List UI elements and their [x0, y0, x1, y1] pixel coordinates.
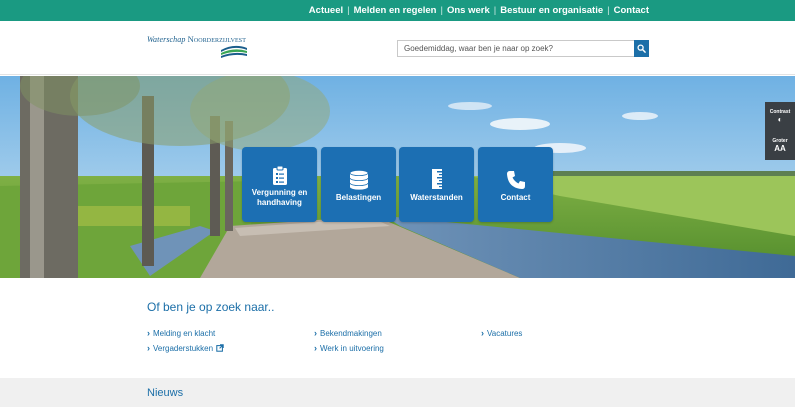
link-werk-in-uitvoering[interactable]: › Werk in uitvoering [314, 343, 384, 353]
logo-text-caps: Noorderzijlvest [187, 34, 247, 44]
chevron-right-icon: › [147, 328, 150, 338]
site-logo[interactable]: Waterschap Noorderzijlvest [147, 34, 257, 64]
top-navigation-bar: Actueel | Melden en regelen | Ons werk |… [0, 0, 795, 21]
link-melding-en-klacht[interactable]: › Melding en klacht [147, 328, 215, 338]
hero-landscape-image [0, 76, 795, 278]
coins-icon [348, 166, 370, 190]
news-section: Nieuws [0, 378, 795, 407]
tile-label-line1: Belastingen [335, 193, 382, 202]
link-label: Bekendmakingen [320, 328, 382, 338]
tile-vergunning-en-handhaving[interactable]: Vergunning en handhaving [242, 147, 317, 222]
tile-contact[interactable]: Contact [478, 147, 553, 222]
top-nav: Actueel | Melden en regelen | Ons werk |… [309, 0, 649, 21]
chevron-right-icon: › [314, 328, 317, 338]
tile-label-line1: Waterstanden [410, 193, 463, 202]
tile-label-line1: Contact [500, 193, 531, 202]
nav-separator: | [347, 5, 350, 16]
chevron-right-icon: › [314, 343, 317, 353]
ruler-icon [431, 166, 443, 190]
logo-text: Waterschap Noorderzijlvest [147, 34, 257, 44]
tile-label-line2: handhaving [257, 198, 302, 207]
tile-label-line1: Vergunning en [251, 188, 308, 197]
link-vergaderstukken[interactable]: › Vergaderstukken [147, 343, 224, 353]
nav-bestuur-en-organisatie[interactable]: Bestuur en organisatie [500, 5, 603, 16]
nav-melden-en-regelen[interactable]: Melden en regelen [354, 5, 437, 16]
text-size-toggle[interactable]: Groter AA [765, 131, 795, 160]
link-label: Werk in uitvoering [320, 343, 384, 353]
link-bekendmakingen[interactable]: › Bekendmakingen [314, 328, 382, 338]
search-icon [637, 44, 646, 53]
link-vacatures[interactable]: › Vacatures [481, 328, 522, 338]
link-label: Melding en klacht [153, 328, 216, 338]
news-title: Nieuws [147, 387, 184, 399]
nav-ons-werk[interactable]: Ons werk [447, 5, 490, 16]
logo-text-main: Waterschap [147, 35, 186, 44]
nav-actueel[interactable]: Actueel [309, 5, 343, 16]
nav-contact[interactable]: Contact [614, 5, 649, 16]
chevron-right-icon: › [147, 343, 150, 353]
search-bar [397, 40, 649, 57]
clipboard-icon [272, 161, 288, 185]
contrast-icon: ◐ [777, 114, 783, 124]
chevron-right-icon: › [481, 328, 484, 338]
contrast-toggle[interactable]: Contrast ◐ [765, 102, 795, 131]
accessibility-toolbar: Contrast ◐ Groter AA [765, 102, 795, 160]
hero-banner: Vergunning en handhaving Belastingen Wat… [0, 76, 795, 278]
nav-separator: | [607, 5, 610, 16]
tile-waterstanden[interactable]: Waterstanden [399, 147, 474, 222]
link-label: Vergaderstukken [153, 343, 214, 353]
search-button[interactable] [634, 40, 649, 57]
external-link-icon [216, 344, 224, 352]
text-size-icon: AA [774, 143, 786, 153]
search-input[interactable] [397, 40, 634, 57]
nav-separator: | [493, 5, 497, 16]
nav-separator: | [440, 5, 443, 16]
logo-waves-icon [221, 45, 247, 58]
phone-icon [506, 166, 526, 190]
link-label: Vacatures [487, 328, 523, 338]
quick-links-title: Of ben je op zoek naar.. [147, 300, 275, 314]
tile-belastingen[interactable]: Belastingen [321, 147, 396, 222]
